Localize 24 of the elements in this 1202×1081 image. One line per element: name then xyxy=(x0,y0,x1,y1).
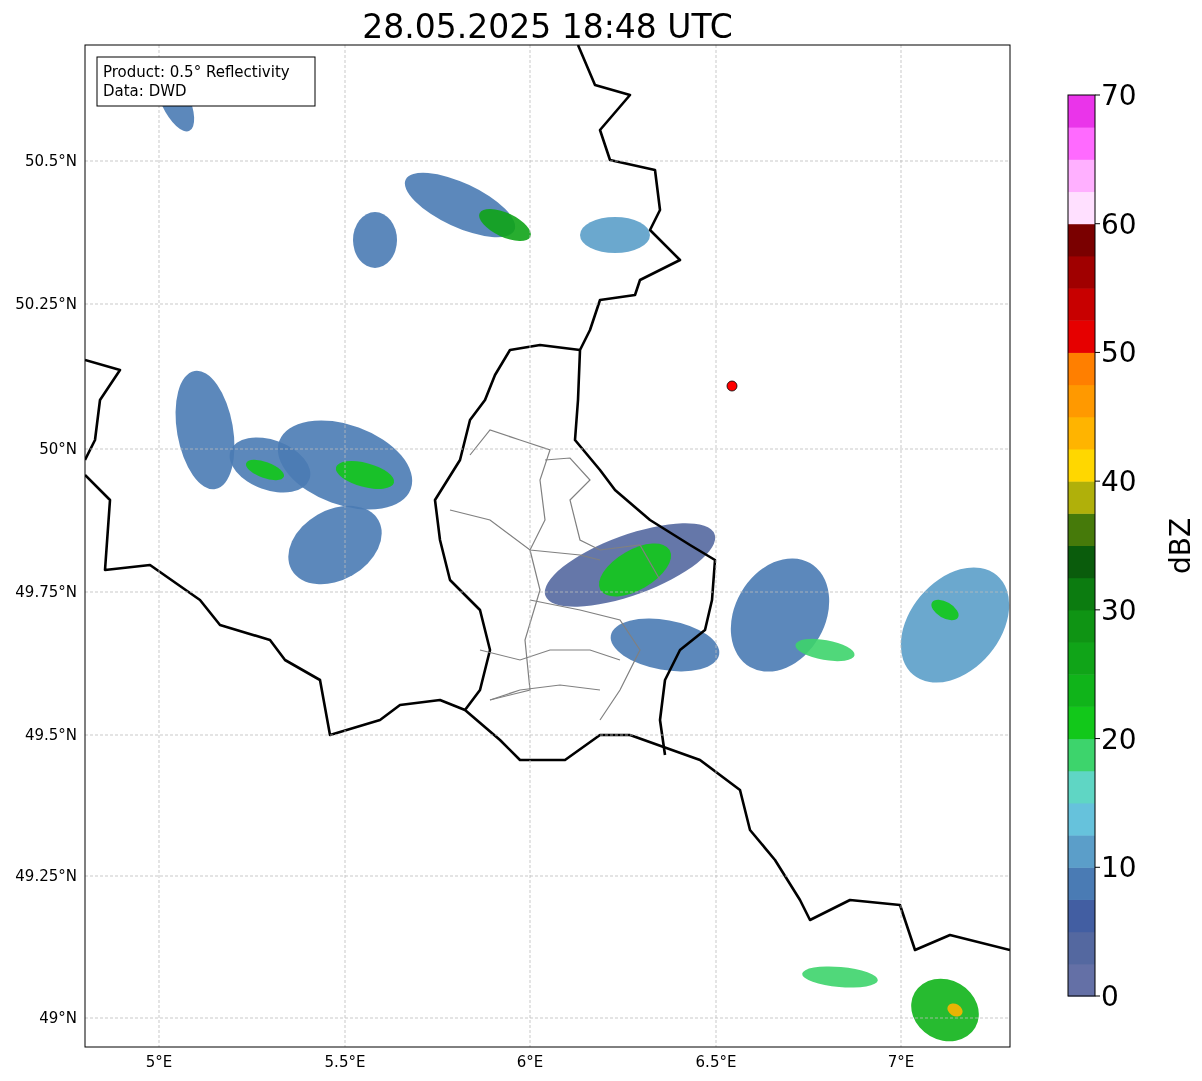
x-tick-label: 6.5°E xyxy=(695,1053,737,1071)
legend-text: Data: DWD xyxy=(103,82,187,100)
colorbar-tick-label: 50 xyxy=(1101,336,1137,370)
y-tick-label: 50°N xyxy=(39,440,77,458)
x-tick-label: 7°E xyxy=(887,1053,915,1071)
chart-title: 28.05.2025 18:48 UTC xyxy=(362,7,733,46)
colorbar-tick-label: 20 xyxy=(1101,722,1137,756)
colorbar-tick-label: 40 xyxy=(1101,465,1137,499)
y-tick-label: 50.5°N xyxy=(24,152,77,170)
y-tick-label: 49°N xyxy=(39,1009,77,1027)
y-tick-label: 49.5°N xyxy=(24,726,77,744)
colorbar-tick-label: 60 xyxy=(1101,207,1137,241)
x-tick-label: 5.5°E xyxy=(324,1053,366,1071)
colorbar-tick-label: 0 xyxy=(1101,980,1119,1013)
colorbar-label: dBZ xyxy=(1164,517,1197,575)
colorbar-tick-label: 70 xyxy=(1101,79,1137,112)
y-tick-label: 49.25°N xyxy=(15,867,77,885)
legend-text: Product: 0.5° Reflectivity xyxy=(103,63,290,81)
x-tick-label: 5°E xyxy=(145,1053,173,1071)
x-tick-label: 6°E xyxy=(516,1053,544,1071)
colorbar-tick-label: 30 xyxy=(1101,593,1137,627)
y-tick-label: 49.75°N xyxy=(15,583,77,601)
colorbar-tick-label: 10 xyxy=(1101,851,1137,885)
y-tick-label: 50.25°N xyxy=(15,295,77,313)
